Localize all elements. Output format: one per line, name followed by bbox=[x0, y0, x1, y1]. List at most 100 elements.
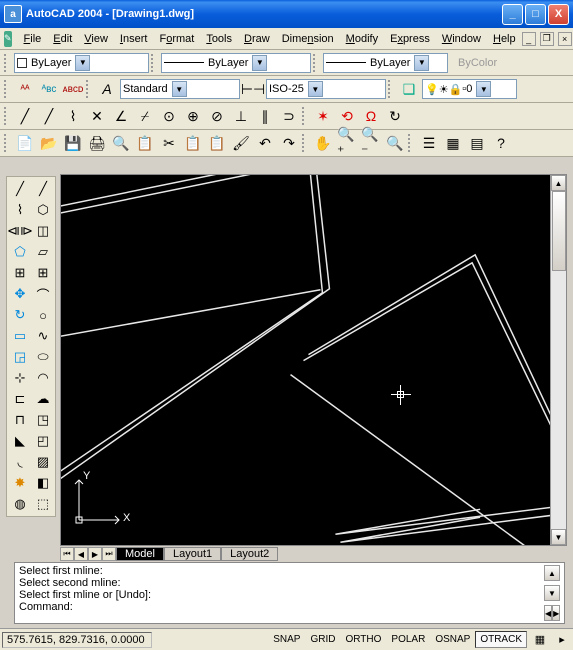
menu-express[interactable]: Express bbox=[384, 31, 436, 47]
insert-button[interactable]: ◰ bbox=[32, 431, 54, 451]
tab-layout2[interactable]: Layout2 bbox=[221, 547, 278, 561]
print-button[interactable]: 🖨 bbox=[86, 132, 108, 154]
menu-window[interactable]: Window bbox=[436, 31, 487, 47]
toolbar-grip[interactable] bbox=[302, 134, 307, 152]
revcloud-button[interactable]: ☁ bbox=[32, 389, 54, 409]
chevron-down-icon[interactable]: ▼ bbox=[308, 81, 323, 97]
ellipse-arc-button[interactable]: ⊃ bbox=[278, 105, 300, 127]
tab-model[interactable]: Model bbox=[116, 547, 164, 561]
circle-tool-button[interactable]: ○ bbox=[32, 305, 54, 325]
cut-button[interactable]: ✂ bbox=[158, 132, 180, 154]
publish-button[interactable]: 📋 bbox=[134, 132, 156, 154]
coordinates-display[interactable]: 575.7615, 829.7316, 0.0000 bbox=[2, 632, 152, 648]
zoom-prev-button[interactable]: 🔍 bbox=[384, 132, 406, 154]
chamfer-button[interactable]: ◣ bbox=[9, 431, 31, 451]
perpendicular-button[interactable]: ⊥ bbox=[230, 105, 252, 127]
text-style-button[interactable]: ᴀʙcᴅ bbox=[62, 78, 84, 100]
menu-insert[interactable]: Insert bbox=[114, 31, 154, 47]
erase2-button[interactable]: ◍ bbox=[9, 494, 31, 514]
mdi-restore-button[interactable]: ❐ bbox=[540, 32, 554, 46]
menu-dimension[interactable]: Dimension bbox=[276, 31, 340, 47]
otrack-toggle[interactable]: OTRACK bbox=[475, 631, 527, 648]
help-button[interactable]: ? bbox=[490, 132, 512, 154]
rotate-button[interactable]: ↻ bbox=[9, 305, 31, 325]
toolbar-grip[interactable] bbox=[4, 54, 9, 72]
close-button[interactable]: X bbox=[548, 4, 569, 25]
spline-button[interactable]: ∿ bbox=[32, 326, 54, 346]
text-find-button[interactable]: ᴬᴬ bbox=[14, 78, 36, 100]
layer-manager-button[interactable]: ❑ bbox=[398, 78, 420, 100]
scale-button[interactable]: ◲ bbox=[9, 347, 31, 367]
offset-button[interactable]: ◫ bbox=[32, 221, 54, 241]
extend-button[interactable]: ⊏ bbox=[9, 389, 31, 409]
rectangle-button[interactable]: ▭ bbox=[9, 326, 31, 346]
array-polar-button[interactable]: ⊞ bbox=[32, 263, 54, 283]
mirror-button[interactable]: ⧏⧐ bbox=[9, 221, 31, 241]
chevron-down-icon[interactable]: ▼ bbox=[252, 55, 267, 71]
textstyle-combo[interactable]: Standard ▼ bbox=[120, 79, 240, 99]
maximize-button[interactable]: □ bbox=[525, 4, 546, 25]
mdi-close-button[interactable]: × bbox=[558, 32, 572, 46]
polyline-button[interactable]: ⌇ bbox=[9, 200, 31, 220]
arc-button[interactable]: ⌒ bbox=[32, 284, 54, 304]
array-button[interactable]: ⊞ bbox=[9, 263, 31, 283]
color-combo[interactable]: ByLayer ▼ bbox=[14, 53, 149, 73]
break-button[interactable]: ✕ bbox=[86, 105, 108, 127]
menu-format[interactable]: Format bbox=[153, 31, 200, 47]
menu-view[interactable]: View bbox=[78, 31, 114, 47]
vertical-scrollbar[interactable]: ▲ ▼ bbox=[550, 175, 566, 545]
chevron-down-icon[interactable]: ▼ bbox=[172, 81, 187, 97]
dimstyle-icon[interactable]: ⊢⊣ bbox=[242, 78, 264, 100]
toolpalette-button[interactable]: ▤ bbox=[466, 132, 488, 154]
designcenter-button[interactable]: ▦ bbox=[442, 132, 464, 154]
menu-modify[interactable]: Modify bbox=[340, 31, 384, 47]
menu-file[interactable]: File bbox=[18, 31, 48, 47]
textstyle-icon[interactable]: A bbox=[96, 78, 118, 100]
line-tool-button[interactable]: ╱ bbox=[14, 105, 36, 127]
construction-line-button[interactable]: ╱ bbox=[38, 105, 60, 127]
save-button[interactable]: 💾 bbox=[62, 132, 84, 154]
toolbar-grip[interactable] bbox=[313, 54, 318, 72]
break-at-button[interactable]: ⊓ bbox=[9, 410, 31, 430]
toolbar-grip[interactable] bbox=[4, 80, 9, 98]
circle-button[interactable]: ⊙ bbox=[158, 105, 180, 127]
polyline-button[interactable]: ⌇ bbox=[62, 105, 84, 127]
trim-tool-button[interactable]: ⊹ bbox=[9, 368, 31, 388]
copy-button[interactable]: 📋 bbox=[182, 132, 204, 154]
drawing-canvas[interactable]: X Y bbox=[61, 175, 550, 545]
fillet-button[interactable]: ◟ bbox=[9, 452, 31, 472]
properties-button[interactable]: ☰ bbox=[418, 132, 440, 154]
chevron-down-icon[interactable]: ▼ bbox=[414, 55, 429, 71]
toolbar-grip[interactable] bbox=[408, 134, 413, 152]
scroll-up-button[interactable]: ▲ bbox=[551, 175, 566, 191]
paste-button[interactable]: 📋 bbox=[206, 132, 228, 154]
print-preview-button[interactable]: 🔍 bbox=[110, 132, 132, 154]
toolbar-grip[interactable] bbox=[388, 80, 393, 98]
toolbar-grip[interactable] bbox=[4, 107, 9, 125]
tray-icon[interactable]: ▸ bbox=[553, 631, 571, 649]
parallel-button[interactable]: ∥ bbox=[254, 105, 276, 127]
cmd-scroll-down-button[interactable]: ▼ bbox=[544, 585, 560, 601]
snap-toggle[interactable]: SNAP bbox=[268, 631, 305, 648]
polygon-3d-button[interactable]: ⬡ bbox=[32, 200, 54, 220]
region-button[interactable]: ⬚ bbox=[32, 494, 54, 514]
move-button[interactable]: ✥ bbox=[9, 284, 31, 304]
ortho-toggle[interactable]: ORTHO bbox=[340, 631, 386, 648]
cmd-scroll-left-button[interactable]: ◀ bbox=[544, 605, 552, 621]
menu-help[interactable]: Help bbox=[487, 31, 522, 47]
pan-button[interactable]: ✋ bbox=[312, 132, 334, 154]
line-button[interactable]: ╱ bbox=[9, 179, 31, 199]
polar-toggle[interactable]: POLAR bbox=[386, 631, 430, 648]
cmd-scroll-up-button[interactable]: ▲ bbox=[544, 565, 560, 581]
rectangle-3d-button[interactable]: ▱ bbox=[32, 242, 54, 262]
command-window[interactable]: Select first mline: Select second mline:… bbox=[14, 562, 565, 624]
match-props-button[interactable]: 🖌 bbox=[230, 132, 252, 154]
lineweight-combo[interactable]: ByLayer ▼ bbox=[323, 53, 448, 73]
tab-layout1[interactable]: Layout1 bbox=[164, 547, 221, 561]
chevron-down-icon[interactable]: ▼ bbox=[75, 55, 90, 71]
grid-toggle[interactable]: GRID bbox=[305, 631, 340, 648]
circle-center-button[interactable]: ⊕ bbox=[182, 105, 204, 127]
arc-trim-button[interactable]: ⊘ bbox=[206, 105, 228, 127]
toolbar-grip[interactable] bbox=[302, 107, 307, 125]
zoom-window-button[interactable]: 🔍⁻ bbox=[360, 132, 382, 154]
